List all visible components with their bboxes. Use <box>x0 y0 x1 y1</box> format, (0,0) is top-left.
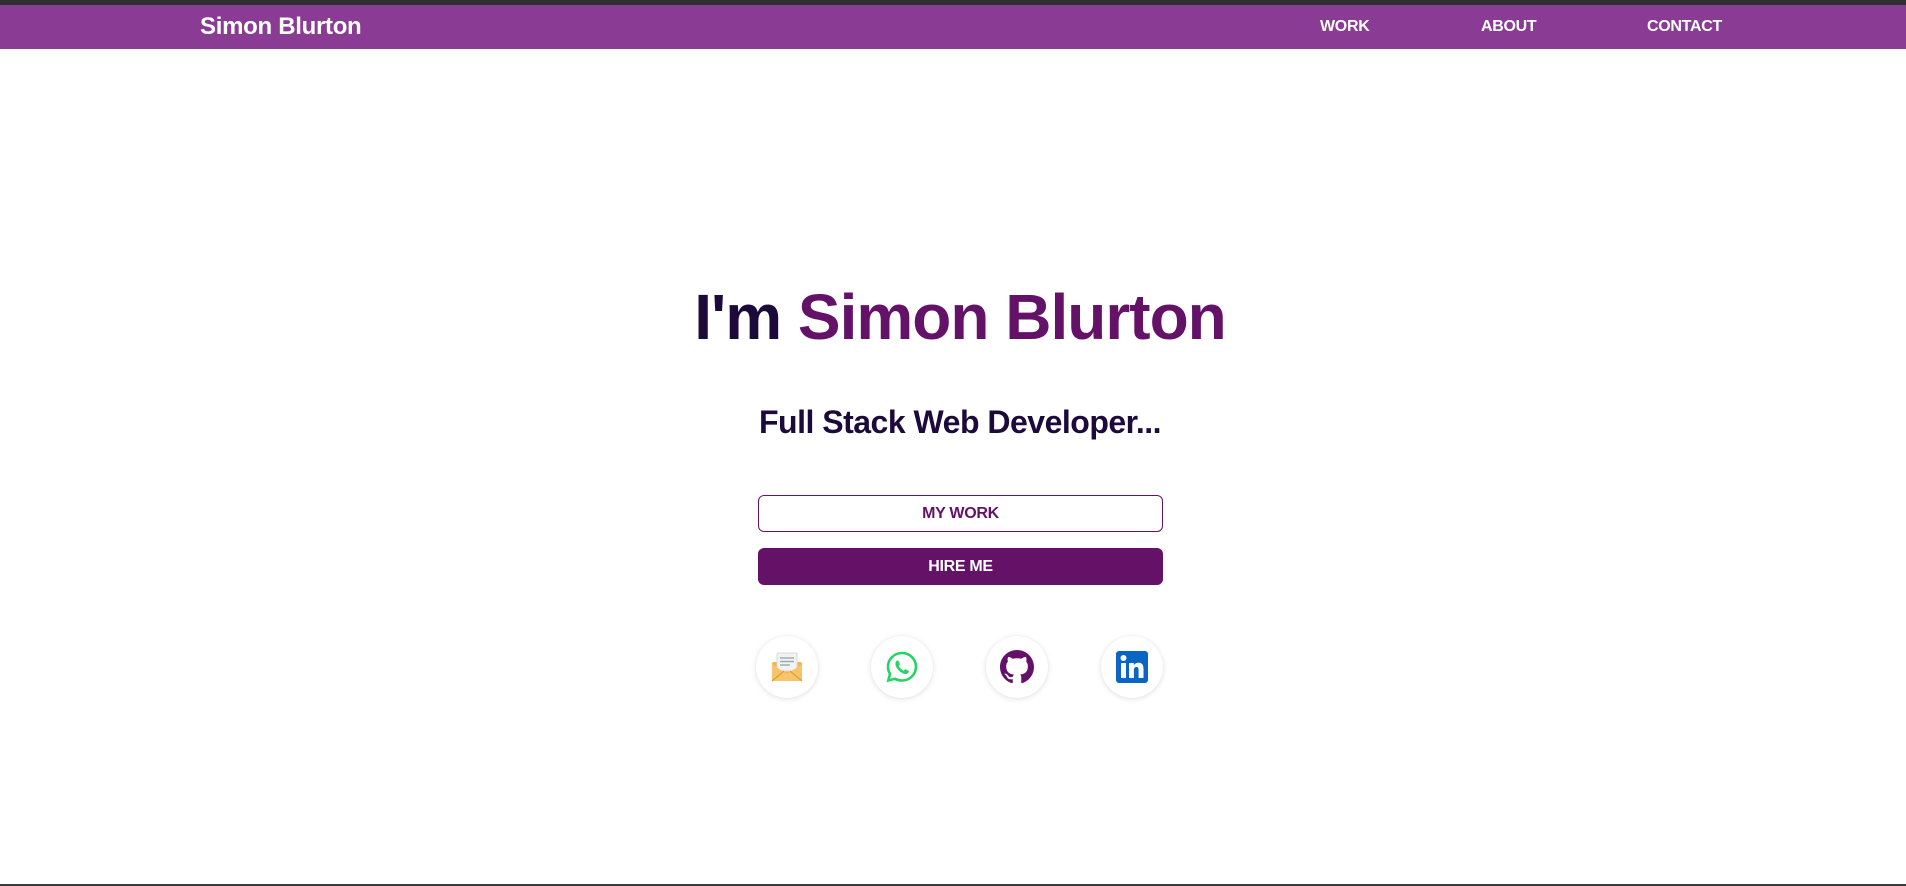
hero-title-name: Simon Blurton <box>797 281 1227 353</box>
hire-me-button[interactable]: HIRE ME <box>758 548 1163 585</box>
hero-title: I'm Simon Blurton <box>0 280 1906 354</box>
whatsapp-icon <box>886 651 918 683</box>
email-envelope-icon <box>771 652 803 682</box>
navbar: Simon Blurton WORK ABOUT CONTACT <box>0 5 1906 49</box>
hero-subtitle: Full Stack Web Developer... <box>758 404 1162 440</box>
linkedin-link[interactable] <box>1101 636 1163 698</box>
github-icon <box>1000 650 1034 684</box>
my-work-button[interactable]: MY WORK <box>758 495 1163 532</box>
nav-link-work[interactable]: WORK <box>1320 5 1370 49</box>
github-link[interactable] <box>986 636 1048 698</box>
linkedin-icon <box>1116 651 1148 683</box>
nav-link-about[interactable]: ABOUT <box>1481 5 1537 49</box>
page: Simon Blurton WORK ABOUT CONTACT I'm Sim… <box>0 0 1906 886</box>
whatsapp-link[interactable] <box>871 636 933 698</box>
email-link[interactable] <box>756 636 818 698</box>
brand-link[interactable]: Simon Blurton <box>200 5 362 49</box>
hero-title-prefix: I'm <box>694 281 782 353</box>
nav-link-contact[interactable]: CONTACT <box>1647 5 1722 49</box>
